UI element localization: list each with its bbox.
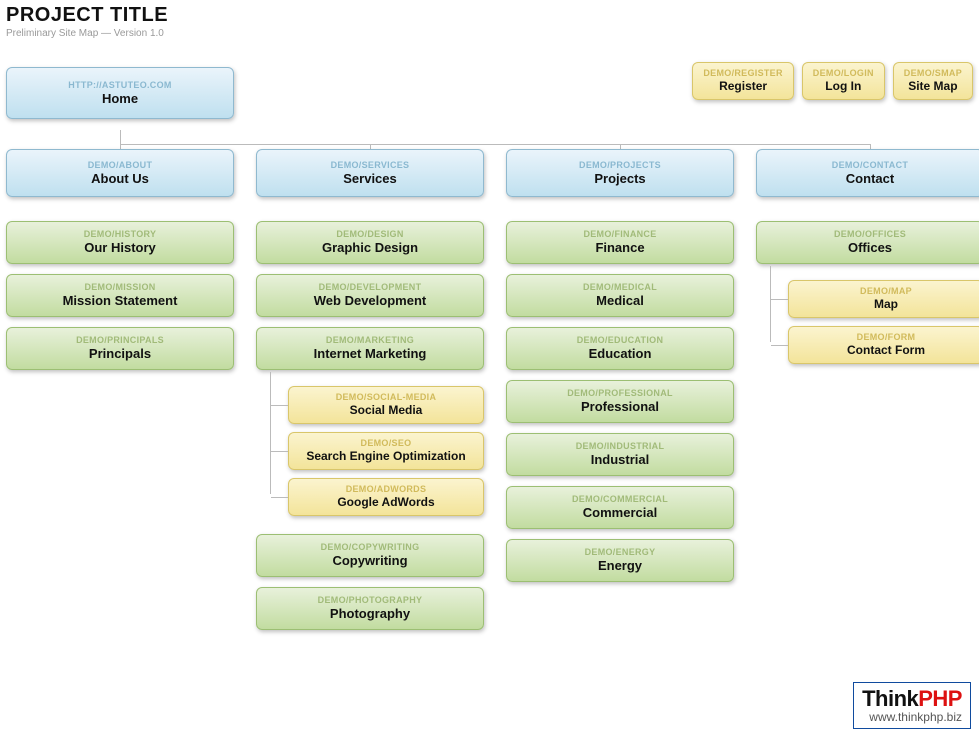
node-projects[interactable]: DEMO/PROJECTS Projects <box>506 149 734 197</box>
services-children: DEMO/DESIGN Graphic Design DEMO/DEVELOPM… <box>256 221 484 630</box>
page-title: PROJECT TITLE <box>6 4 979 27</box>
util-sitemap[interactable]: DEMO/SMAP Site Map <box>893 62 973 100</box>
node-medical[interactable]: DEMO/MEDICALMedical <box>506 274 734 317</box>
logo-url: www.thinkphp.biz <box>862 710 962 724</box>
node-services[interactable]: DEMO/SERVICES Services <box>256 149 484 197</box>
header: PROJECT TITLE Preliminary Site Map — Ver… <box>0 0 979 49</box>
logo-text: ThinkPHP <box>862 686 962 712</box>
col-projects: DEMO/PROJECTS Projects DEMO/FINANCEFinan… <box>506 149 734 582</box>
node-home[interactable]: HTTP://ASTUTEO.COM Home <box>6 67 234 119</box>
logo[interactable]: ThinkPHP www.thinkphp.biz <box>853 682 971 729</box>
node-marketing[interactable]: DEMO/MARKETING Internet Marketing <box>256 327 484 370</box>
node-seo[interactable]: DEMO/SEO Search Engine Optimization <box>288 432 484 470</box>
util-login[interactable]: DEMO/LOGIN Log In <box>802 62 885 100</box>
contact-children: DEMO/OFFICES Offices DEMO/MAP Map DEMO/F… <box>756 221 979 364</box>
marketing-sub: DEMO/SOCIAL-MEDIA Social Media DEMO/SEO … <box>256 386 484 516</box>
node-design[interactable]: DEMO/DESIGN Graphic Design <box>256 221 484 264</box>
node-map[interactable]: DEMO/MAP Map <box>788 280 979 318</box>
node-photography[interactable]: DEMO/PHOTOGRAPHY Photography <box>256 587 484 630</box>
node-commercial[interactable]: DEMO/COMMERCIALCommercial <box>506 486 734 529</box>
util-register[interactable]: DEMO/REGISTER Register <box>692 62 793 100</box>
connector <box>120 130 121 144</box>
node-energy[interactable]: DEMO/ENERGYEnergy <box>506 539 734 582</box>
node-industrial[interactable]: DEMO/INDUSTRIALIndustrial <box>506 433 734 476</box>
utility-links: DEMO/REGISTER Register DEMO/LOGIN Log In… <box>692 62 973 100</box>
node-mission[interactable]: DEMO/MISSION Mission Statement <box>6 274 234 317</box>
col-services: DEMO/SERVICES Services DEMO/DESIGN Graph… <box>256 149 484 630</box>
columns: DEMO/ABOUT About Us DEMO/HISTORY Our His… <box>0 149 979 630</box>
projects-children: DEMO/FINANCEFinance DEMO/MEDICALMedical … <box>506 221 734 582</box>
connector <box>120 144 870 145</box>
about-children: DEMO/HISTORY Our History DEMO/MISSION Mi… <box>6 221 234 370</box>
node-finance[interactable]: DEMO/FINANCEFinance <box>506 221 734 264</box>
page-subtitle: Preliminary Site Map — Version 1.0 <box>6 28 979 39</box>
node-about[interactable]: DEMO/ABOUT About Us <box>6 149 234 197</box>
node-copywriting[interactable]: DEMO/COPYWRITING Copywriting <box>256 534 484 577</box>
node-social-media[interactable]: DEMO/SOCIAL-MEDIA Social Media <box>288 386 484 424</box>
node-offices[interactable]: DEMO/OFFICES Offices <box>756 221 979 264</box>
offices-sub: DEMO/MAP Map DEMO/FORM Contact Form <box>756 280 979 364</box>
node-contact-form[interactable]: DEMO/FORM Contact Form <box>788 326 979 364</box>
col-contact: DEMO/CONTACT Contact DEMO/OFFICES Office… <box>756 149 979 364</box>
node-professional[interactable]: DEMO/PROFESSIONALProfessional <box>506 380 734 423</box>
node-principals[interactable]: DEMO/PRINCIPALS Principals <box>6 327 234 370</box>
node-contact[interactable]: DEMO/CONTACT Contact <box>756 149 979 197</box>
node-history[interactable]: DEMO/HISTORY Our History <box>6 221 234 264</box>
col-about: DEMO/ABOUT About Us DEMO/HISTORY Our His… <box>6 149 234 370</box>
node-education[interactable]: DEMO/EDUCATIONEducation <box>506 327 734 370</box>
node-development[interactable]: DEMO/DEVELOPMENT Web Development <box>256 274 484 317</box>
node-adwords[interactable]: DEMO/ADWORDS Google AdWords <box>288 478 484 516</box>
